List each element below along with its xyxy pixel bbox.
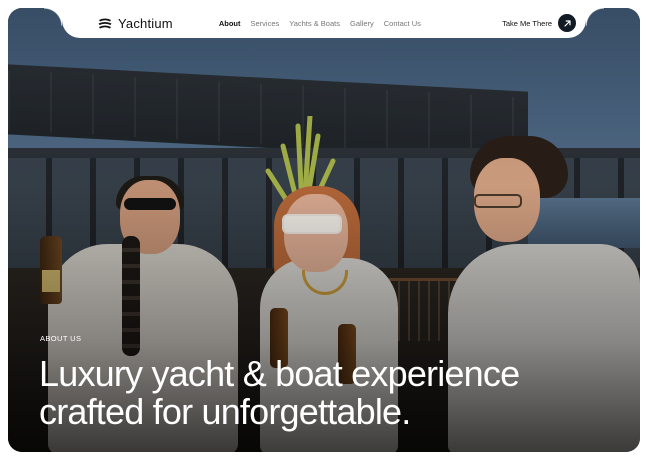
nav-link-gallery[interactable]: Gallery: [350, 19, 374, 28]
nav-link-about[interactable]: About: [219, 19, 241, 28]
nav-links: About Services Yachts & Boats Gallery Co…: [219, 19, 421, 28]
section-eyebrow: ABOUT US: [40, 334, 82, 343]
hero-headline-line-2: crafted for unforgettable.: [39, 391, 411, 432]
hero-headline-line-1: Luxury yacht & boat experience: [39, 353, 520, 394]
cta-label: Take Me There: [502, 18, 552, 28]
nav-link-yachts-boats[interactable]: Yachts & Boats: [289, 19, 340, 28]
take-me-there-button[interactable]: Take Me There: [502, 14, 576, 32]
yacht-logo-icon: [98, 18, 112, 29]
hero-headline: Luxury yacht & boat experience crafted f…: [39, 355, 619, 431]
top-navbar: Yachtium About Services Yachts & Boats G…: [44, 8, 604, 38]
brand-name: Yachtium: [118, 15, 173, 31]
arrow-up-right-icon: [563, 19, 571, 27]
cta-circle[interactable]: [558, 14, 576, 32]
hero-section: Yachtium About Services Yachts & Boats G…: [8, 8, 640, 452]
brand-logo[interactable]: Yachtium: [98, 16, 173, 31]
nav-link-services[interactable]: Services: [251, 19, 280, 28]
nav-link-contact-us[interactable]: Contact Us: [384, 19, 421, 28]
